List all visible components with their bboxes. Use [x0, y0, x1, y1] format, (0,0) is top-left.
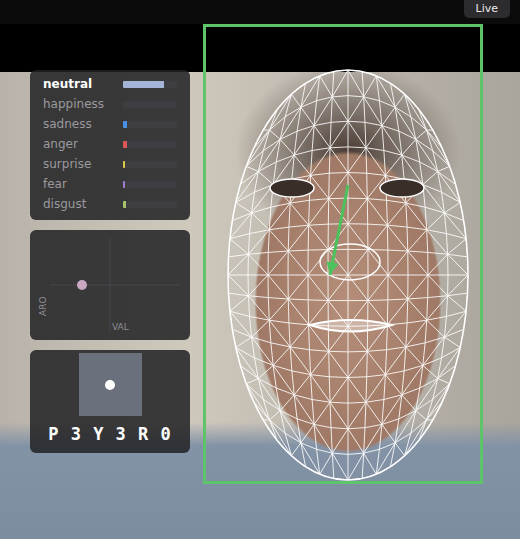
emotion-label: surprise	[43, 157, 123, 171]
emotion-label: anger	[43, 137, 123, 151]
face-tracker-app: Live neutral happiness sadness anger surprise…	[0, 0, 520, 539]
emotion-bar	[123, 141, 177, 148]
mouth	[310, 320, 392, 332]
emotion-row: fear	[43, 174, 178, 194]
head-pose-panel: P 3 Y 3 R 0	[30, 350, 190, 453]
emotion-bar	[123, 101, 177, 108]
top-bar: Live	[0, 0, 520, 24]
emotion-bar	[123, 201, 177, 208]
emotion-row: disgust	[43, 194, 178, 214]
emotion-panel: neutral happiness sadness anger surprise fear…	[30, 70, 190, 220]
nose	[320, 244, 380, 280]
face-bounding-box	[203, 24, 483, 484]
valence-arousal-chart: ARO VAL	[30, 230, 190, 340]
emotion-bar-fill	[123, 201, 126, 208]
head-pose-pad	[79, 353, 142, 416]
emotion-bar	[123, 121, 177, 128]
emotion-bar	[123, 161, 177, 168]
emotion-bar	[123, 181, 177, 188]
valence-arousal-panel: ARO VAL	[30, 230, 190, 340]
emotion-row: anger	[43, 134, 178, 154]
left-eye	[270, 179, 314, 197]
emotion-row: surprise	[43, 154, 178, 174]
emotion-label: disgust	[43, 197, 123, 211]
overlay-panels: neutral happiness sadness anger surprise fear…	[30, 70, 190, 453]
emotion-bar-fill	[123, 81, 164, 88]
live-button[interactable]: Live	[464, 0, 510, 18]
right-eye	[380, 179, 424, 197]
emotion-bar-fill	[123, 181, 125, 188]
emotion-label: neutral	[43, 77, 123, 91]
emotion-label: fear	[43, 177, 123, 191]
emotion-label: sadness	[43, 117, 123, 131]
letterbox	[0, 24, 520, 72]
emotion-bar-fill	[123, 161, 125, 168]
emotion-bar-fill	[123, 141, 127, 148]
gaze-arrow-icon	[327, 185, 348, 275]
valence-axis-label: VAL	[112, 322, 129, 332]
camera-stage: neutral happiness sadness anger surprise fear…	[0, 24, 520, 539]
emotion-row: happiness	[43, 94, 178, 114]
emotion-row: sadness	[43, 114, 178, 134]
emotion-row: neutral	[43, 74, 178, 94]
session-code: P 3 Y 3 R 0	[48, 424, 172, 444]
emotion-bar	[123, 81, 177, 88]
head-pose-dot	[105, 380, 115, 390]
emotion-bar-fill	[123, 121, 127, 128]
emotion-label: happiness	[43, 97, 123, 111]
emotion-point	[77, 280, 87, 290]
arousal-axis-label: ARO	[38, 297, 48, 317]
